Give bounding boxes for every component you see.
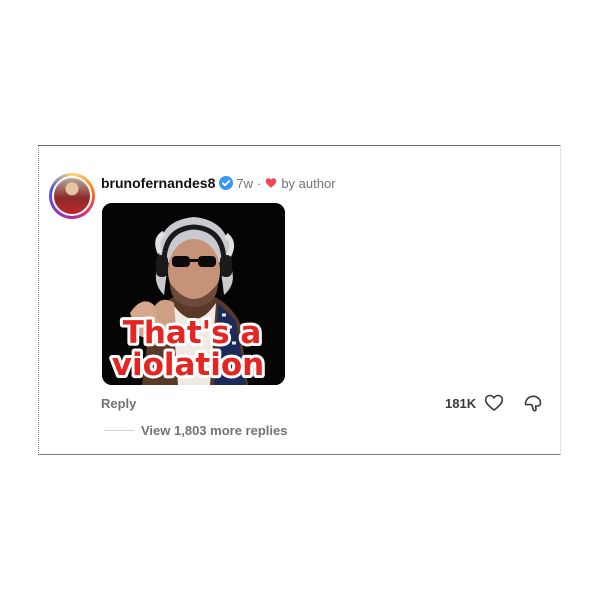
gif-caption-line2: violation — [112, 347, 265, 383]
reply-button[interactable]: Reply — [101, 396, 136, 411]
username[interactable]: brunofernandes8 — [101, 175, 215, 191]
comment-card: brunofernandes8 7w · by author That's a … — [38, 145, 561, 455]
avatar-story-ring[interactable] — [49, 173, 95, 219]
gif-caption-line1: That's a — [123, 315, 262, 351]
liked-by-author-label: by author — [281, 175, 336, 191]
avatar[interactable] — [52, 176, 92, 216]
dislike-icon[interactable] — [523, 393, 543, 413]
verified-badge-icon — [219, 176, 234, 190]
gif-image: That's a violation — [102, 203, 285, 385]
meta-separator: · — [256, 175, 262, 191]
replies-divider-line — [104, 430, 134, 431]
timestamp: 7w — [236, 175, 253, 191]
heart-icon — [266, 178, 277, 188]
gif-attachment[interactable]: That's a violation — [102, 203, 285, 385]
comment-meta: brunofernandes8 7w · by author — [101, 174, 336, 192]
like-count: 181K — [445, 396, 477, 411]
view-more-replies-link[interactable]: View 1,803 more replies — [141, 423, 287, 438]
like-heart-outline-icon[interactable] — [484, 393, 504, 413]
